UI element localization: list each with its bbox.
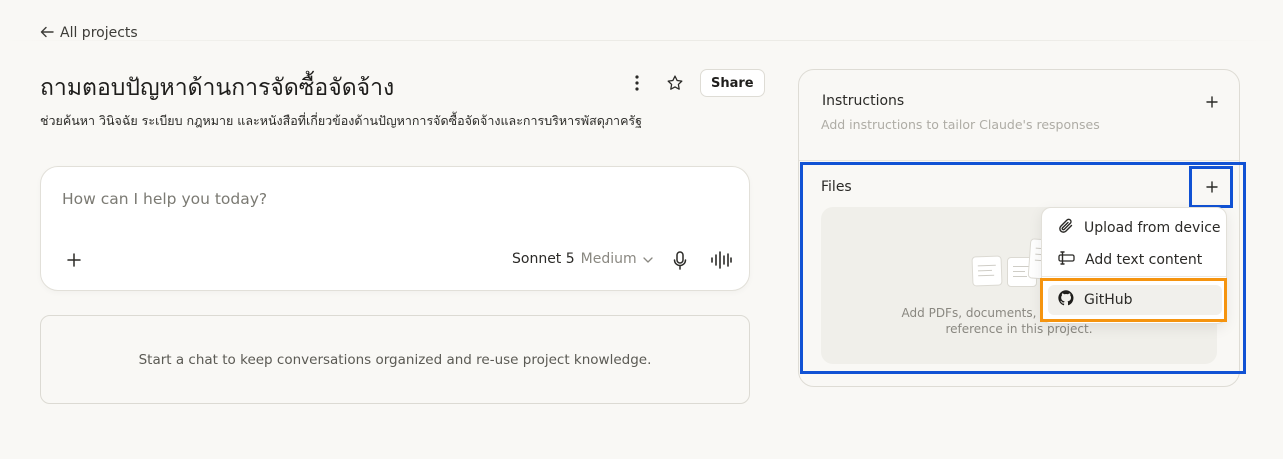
arrow-left-icon: [40, 26, 54, 41]
add-files-plus-icon[interactable]: [1202, 177, 1222, 197]
instructions-title: Instructions: [822, 93, 905, 109]
project-description: ช่วยค้นหา วินิจฉัย ระเบียบ กฎหมาย และหนั…: [40, 113, 643, 128]
text-cursor-icon: [1058, 251, 1075, 269]
plus-icon[interactable]: [63, 249, 85, 271]
github-icon: [1058, 290, 1074, 310]
more-options-icon[interactable]: [624, 69, 650, 97]
files-title: Files: [821, 179, 852, 195]
menu-separator: [1042, 276, 1226, 277]
add-files-menu: Upload from device Add text content GitH…: [1041, 207, 1227, 324]
project-title: ถามตอบปัญหาด้านการจัดซื้อจัดจ้าง: [40, 75, 395, 101]
all-projects-link[interactable]: All projects: [40, 25, 138, 41]
menu-item-label: Add text content: [1085, 252, 1203, 268]
chevron-down-icon: [643, 251, 653, 267]
menu-item-github[interactable]: GitHub: [1048, 285, 1222, 315]
menu-item-upload-from-device[interactable]: Upload from device: [1048, 213, 1222, 243]
voice-mode-icon[interactable]: [709, 249, 733, 271]
menu-item-label: Upload from device: [1084, 220, 1221, 236]
model-selector[interactable]: Sonnet 5 Medium: [512, 251, 653, 267]
chats-empty-text: Start a chat to keep conversations organ…: [138, 351, 652, 368]
menu-item-add-text-content[interactable]: Add text content: [1048, 245, 1222, 275]
instructions-subtitle: Add instructions to tailor Claude's resp…: [821, 117, 1100, 132]
project-actions: Share: [624, 69, 765, 97]
paperclip-icon: [1058, 218, 1074, 238]
menu-item-label: GitHub: [1084, 292, 1133, 308]
document-icon: [971, 255, 1003, 287]
add-instructions-plus-icon[interactable]: [1202, 92, 1222, 112]
model-mode: Medium: [580, 251, 637, 267]
topbar-divider: [0, 40, 1283, 41]
model-name: Sonnet 5: [512, 251, 575, 267]
chats-empty-state: Start a chat to keep conversations organ…: [40, 315, 750, 404]
all-projects-label: All projects: [60, 25, 138, 41]
composer-input[interactable]: How can I help you today?: [62, 190, 267, 208]
chat-composer[interactable]: How can I help you today? Sonnet 5 Mediu…: [40, 166, 750, 291]
share-button[interactable]: Share: [700, 69, 765, 97]
star-icon[interactable]: [662, 69, 688, 97]
panel-divider: [799, 160, 1239, 161]
microphone-icon[interactable]: [670, 249, 690, 271]
